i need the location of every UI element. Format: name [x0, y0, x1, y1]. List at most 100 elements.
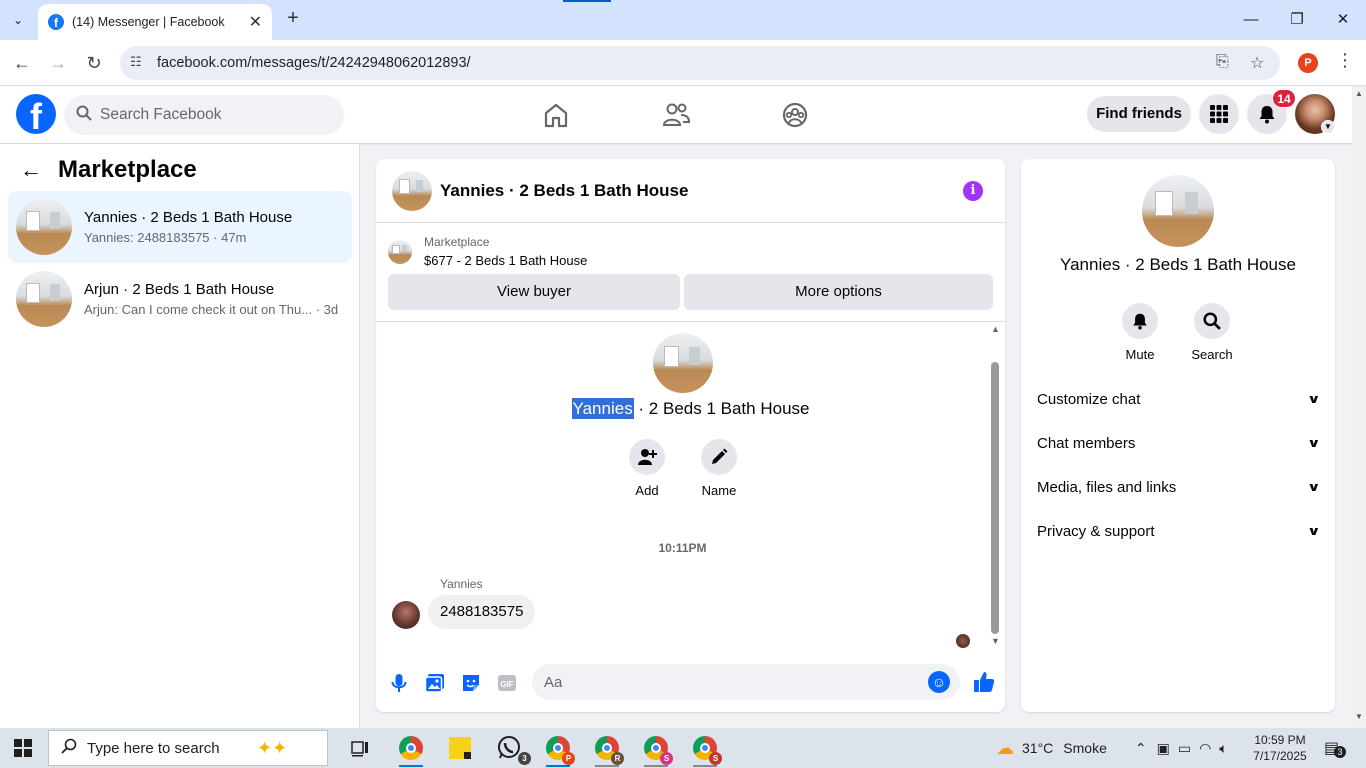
- sticker-icon[interactable]: [460, 672, 482, 694]
- microphone-icon[interactable]: [388, 672, 410, 694]
- whatsapp-badge: 3: [518, 752, 531, 765]
- browser-tab[interactable]: f (14) Messenger | Facebook ✕: [38, 4, 272, 40]
- sticky-notes-icon[interactable]: [446, 734, 474, 762]
- chevron-up-icon[interactable]: ⌃: [1135, 740, 1147, 757]
- listing-mini-thumbnail: [388, 239, 412, 264]
- info-icon[interactable]: i: [963, 181, 983, 201]
- new-tab-icon[interactable]: +: [282, 8, 304, 30]
- conversation-item-yannies[interactable]: Yannies · 2 Beds 1 Bath House Yannies: 2…: [8, 191, 352, 263]
- photo-icon[interactable]: [424, 672, 446, 694]
- add-label: Add: [635, 483, 659, 498]
- conversation-preview: Arjun: Can I come check it out on Thu...…: [84, 302, 339, 317]
- scroll-up-icon[interactable]: ▲: [1355, 89, 1363, 98]
- site-settings-icon[interactable]: ☷: [130, 54, 142, 70]
- address-bar-row: ← → ↻ ☷ facebook.com/messages/t/24242948…: [0, 40, 1366, 86]
- facebook-logo-icon[interactable]: f: [16, 94, 56, 134]
- facebook-search-box[interactable]: [64, 95, 344, 135]
- emoji-icon[interactable]: ☺: [928, 671, 950, 693]
- thumbs-up-icon[interactable]: [972, 670, 995, 692]
- view-buyer-button[interactable]: View buyer: [388, 274, 680, 310]
- page-scrollbar[interactable]: ▲ ▼: [1352, 86, 1366, 728]
- account-chevron-icon[interactable]: ▼: [1321, 120, 1335, 134]
- svg-text:GIF: GIF: [500, 680, 513, 689]
- back-arrow-icon[interactable]: ←: [20, 157, 42, 183]
- customize-chat-section[interactable]: Customize chat ∨: [1037, 377, 1321, 421]
- notification-center-icon[interactable]: ▤ 3: [1324, 738, 1346, 758]
- close-tab-icon[interactable]: ✕: [249, 12, 262, 32]
- install-app-icon[interactable]: ⎘: [1216, 53, 1229, 71]
- wifi-icon[interactable]: ◠: [1199, 740, 1211, 757]
- reload-icon[interactable]: ↻: [82, 51, 106, 75]
- notification-count-badge: 14: [1272, 89, 1296, 108]
- sender-avatar[interactable]: [392, 601, 420, 629]
- back-icon[interactable]: ←: [10, 51, 34, 75]
- close-window-icon[interactable]: ✕: [1328, 8, 1358, 32]
- chrome-profile-s2-icon[interactable]: S: [691, 734, 722, 767]
- battery-icon[interactable]: ▭: [1178, 740, 1191, 757]
- task-view-icon[interactable]: [346, 734, 374, 762]
- copilot-sparkle-icon: ✦✦: [257, 737, 288, 758]
- chrome-profile-s-icon[interactable]: S: [642, 734, 673, 767]
- taskbar-search-input[interactable]: [87, 739, 257, 757]
- search-icon: [1203, 312, 1221, 330]
- groups-icon[interactable]: [778, 98, 812, 132]
- message-input[interactable]: [544, 673, 914, 691]
- volume-icon[interactable]: 🔈︎: [1219, 740, 1227, 757]
- privacy-support-section[interactable]: Privacy & support ∨: [1037, 509, 1321, 553]
- details-chat-name: Yannies · 2 Beds 1 Bath House: [1060, 255, 1296, 274]
- chat-scrollbar[interactable]: ▲ ▼: [990, 324, 1000, 649]
- bookmark-star-icon[interactable]: ☆: [1250, 53, 1264, 73]
- windows-taskbar: ✦✦ 3 P R S S ☁ 31°C Smoke ⌃ ▣ ▭ ◠ 🔈︎ 10:…: [0, 728, 1366, 768]
- taskbar-search-box[interactable]: ✦✦: [48, 730, 328, 766]
- weather-temp[interactable]: 31°C: [1022, 740, 1053, 756]
- browser-profile-avatar[interactable]: P: [1298, 53, 1318, 73]
- chat-title[interactable]: Yannies · 2 Beds 1 Bath House: [440, 181, 688, 201]
- chevron-down-icon: ∨: [1307, 480, 1321, 494]
- meet-icon[interactable]: ▣: [1157, 740, 1170, 757]
- weather-icon[interactable]: ☁: [996, 738, 1014, 759]
- conversation-item-arjun[interactable]: Arjun · 2 Beds 1 Bath House Arjun: Can I…: [8, 263, 352, 335]
- url-text[interactable]: facebook.com/messages/t/2424294806201289…: [157, 55, 471, 71]
- name-rest: · 2 Beds 1 Bath House: [633, 399, 810, 418]
- mute-button[interactable]: Mute: [1110, 303, 1170, 362]
- search-conversation-button[interactable]: Search: [1182, 303, 1242, 362]
- restore-icon[interactable]: ❐: [1282, 8, 1312, 32]
- menu-grid-button[interactable]: [1199, 94, 1239, 134]
- home-icon[interactable]: [539, 98, 573, 132]
- weather-desc[interactable]: Smoke: [1063, 740, 1107, 756]
- pencil-icon: [712, 448, 728, 464]
- scroll-down-icon[interactable]: ▼: [991, 636, 1000, 646]
- search-label: Search: [1191, 347, 1233, 362]
- facebook-search-input[interactable]: [100, 106, 320, 124]
- message-input-box[interactable]: ☺: [532, 664, 960, 700]
- windows-start-icon[interactable]: [14, 739, 32, 757]
- forward-icon[interactable]: →: [46, 51, 70, 75]
- edit-name-button[interactable]: Name: [689, 439, 749, 498]
- scroll-down-icon[interactable]: ▼: [1355, 712, 1363, 721]
- media-files-section[interactable]: Media, files and links ∨: [1037, 465, 1321, 509]
- group-avatar-large: [653, 333, 713, 393]
- listing-summary[interactable]: Marketplace $677 - 2 Beds 1 Bath House: [388, 235, 587, 268]
- find-friends-button[interactable]: Find friends: [1087, 96, 1191, 132]
- sender-name: Yannies: [440, 577, 483, 591]
- scroll-up-icon[interactable]: ▲: [991, 324, 1000, 334]
- message-bubble[interactable]: 2488183575: [428, 595, 536, 629]
- chat-avatar[interactable]: [392, 170, 432, 211]
- gif-icon[interactable]: GIF: [496, 672, 518, 694]
- chat-members-section[interactable]: Chat members ∨: [1037, 421, 1321, 465]
- chrome-profile-p-icon[interactable]: P: [544, 734, 575, 767]
- chrome-app-icon[interactable]: [397, 734, 425, 767]
- more-options-button[interactable]: More options: [684, 274, 993, 310]
- chrome-profile-r-icon[interactable]: R: [593, 734, 624, 767]
- tab-search-chevron-icon[interactable]: ⌄: [6, 8, 30, 32]
- system-clock[interactable]: 10:59 PM 7/17/2025: [1252, 732, 1308, 764]
- message-composer: GIF ☺: [376, 659, 1005, 707]
- whatsapp-icon[interactable]: 3: [495, 734, 531, 765]
- browser-menu-icon[interactable]: ⋮: [1336, 50, 1354, 71]
- minimize-icon[interactable]: —: [1236, 8, 1266, 32]
- add-member-button[interactable]: Add: [617, 439, 677, 498]
- listing-price: $677 - 2 Beds 1 Bath House: [424, 253, 588, 268]
- friends-icon[interactable]: [659, 98, 693, 132]
- section-title: Media, files and links: [1037, 478, 1177, 496]
- omnibox[interactable]: ☷ facebook.com/messages/t/24242948062012…: [120, 46, 1280, 80]
